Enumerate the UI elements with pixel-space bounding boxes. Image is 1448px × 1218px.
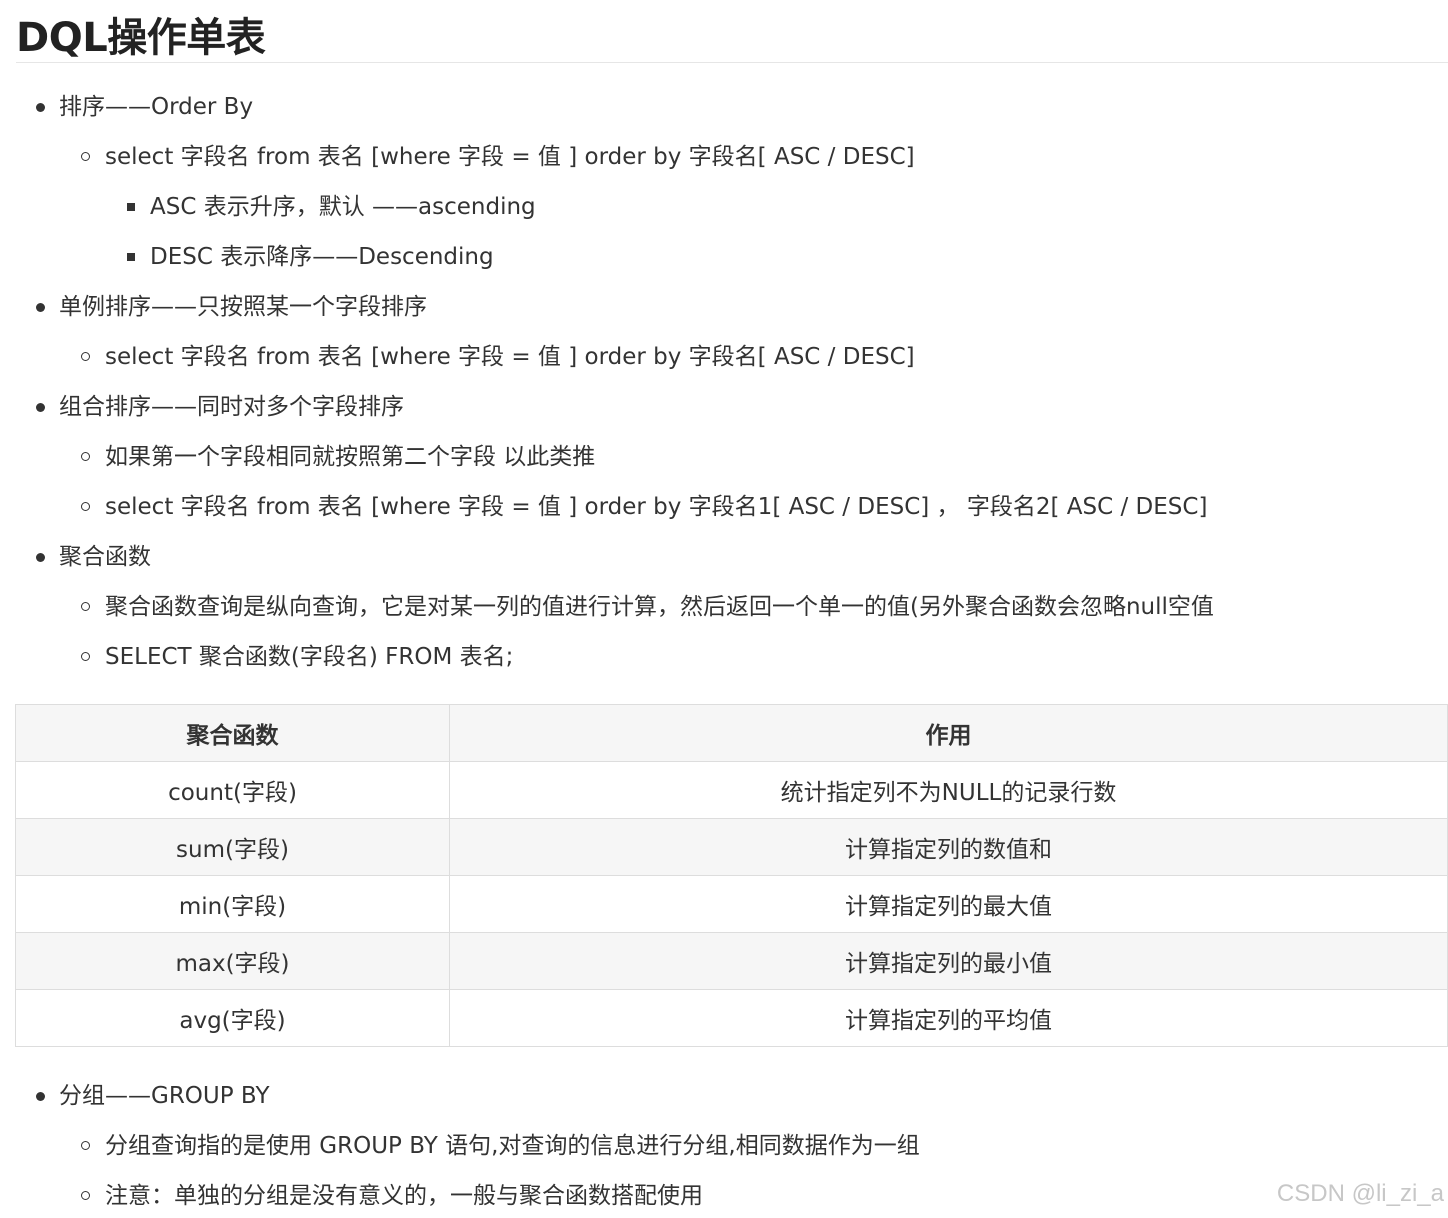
circle-bullet-icon [81,602,90,611]
circle-bullet-icon [81,352,90,361]
disc-bullet-icon [36,553,45,562]
circle-bullet-icon [81,652,90,661]
circle-bullet-icon [81,1141,90,1150]
table-row: count(字段) 统计指定列不为NULL的记录行数 [15,761,1448,819]
list-item: 注意：单独的分组是没有意义的，一般与聚合函数搭配使用 [105,1183,703,1209]
list-item: select 字段名 from 表名 [where 字段 = 值 ] order… [105,494,1208,520]
circle-bullet-icon [81,1191,90,1200]
list-item: ASC 表示升序，默认 ——ascending [150,194,536,220]
title-divider [16,62,1448,63]
table-cell: avg(字段) [15,989,450,1047]
list-item: SELECT 聚合函数(字段名) FROM 表名; [105,644,514,670]
list-item: DESC 表示降序——Descending [150,244,494,270]
column-header: 聚合函数 [15,704,450,762]
circle-bullet-icon [81,502,90,511]
list-item: select 字段名 from 表名 [where 字段 = 值 ] order… [105,144,915,170]
circle-bullet-icon [81,452,90,461]
table-cell: 计算指定列的最大值 [449,875,1448,933]
disc-bullet-icon [36,103,45,112]
list-item: 聚合函数查询是纵向查询，它是对某一列的值进行计算，然后返回一个单一的值(另外聚合… [105,594,1214,620]
table-cell: 统计指定列不为NULL的记录行数 [449,761,1448,819]
table-cell: max(字段) [15,932,450,990]
table-cell: 计算指定列的平均值 [449,989,1448,1047]
list-item: 分组查询指的是使用 GROUP BY 语句,对查询的信息进行分组,相同数据作为一… [105,1133,920,1159]
disc-bullet-icon [36,403,45,412]
square-bullet-icon [127,253,135,261]
table-cell: count(字段) [15,761,450,819]
list-item: select 字段名 from 表名 [where 字段 = 值 ] order… [105,344,915,370]
disc-bullet-icon [36,303,45,312]
table-row: min(字段) 计算指定列的最大值 [15,875,1448,933]
disc-bullet-icon [36,1092,45,1101]
table-cell: sum(字段) [15,818,450,876]
list-item: 分组——GROUP BY [59,1083,270,1109]
table-cell: 计算指定列的最小值 [449,932,1448,990]
list-item: 排序——Order By [59,94,254,120]
list-item: 组合排序——同时对多个字段排序 [59,394,404,420]
table-cell: 计算指定列的数值和 [449,818,1448,876]
list-item: 单例排序——只按照某一个字段排序 [59,294,427,320]
table-row: max(字段) 计算指定列的最小值 [15,932,1448,990]
page-title: DQL操作单表 [16,15,266,61]
csdn-watermark: CSDN @li_zi_a [1276,1180,1444,1207]
table-row: avg(字段) 计算指定列的平均值 [15,989,1448,1047]
list-item: 如果第一个字段相同就按照第二个字段 以此类推 [105,444,596,470]
column-header: 作用 [449,704,1448,762]
table-header-row: 聚合函数 作用 [15,704,1448,762]
list-item: 聚合函数 [59,544,151,570]
table-row: sum(字段) 计算指定列的数值和 [15,818,1448,876]
circle-bullet-icon [81,152,90,161]
table-cell: min(字段) [15,875,450,933]
aggregate-functions-table: 聚合函数 作用 count(字段) 统计指定列不为NULL的记录行数 sum(字… [15,704,1448,1047]
square-bullet-icon [127,203,135,211]
